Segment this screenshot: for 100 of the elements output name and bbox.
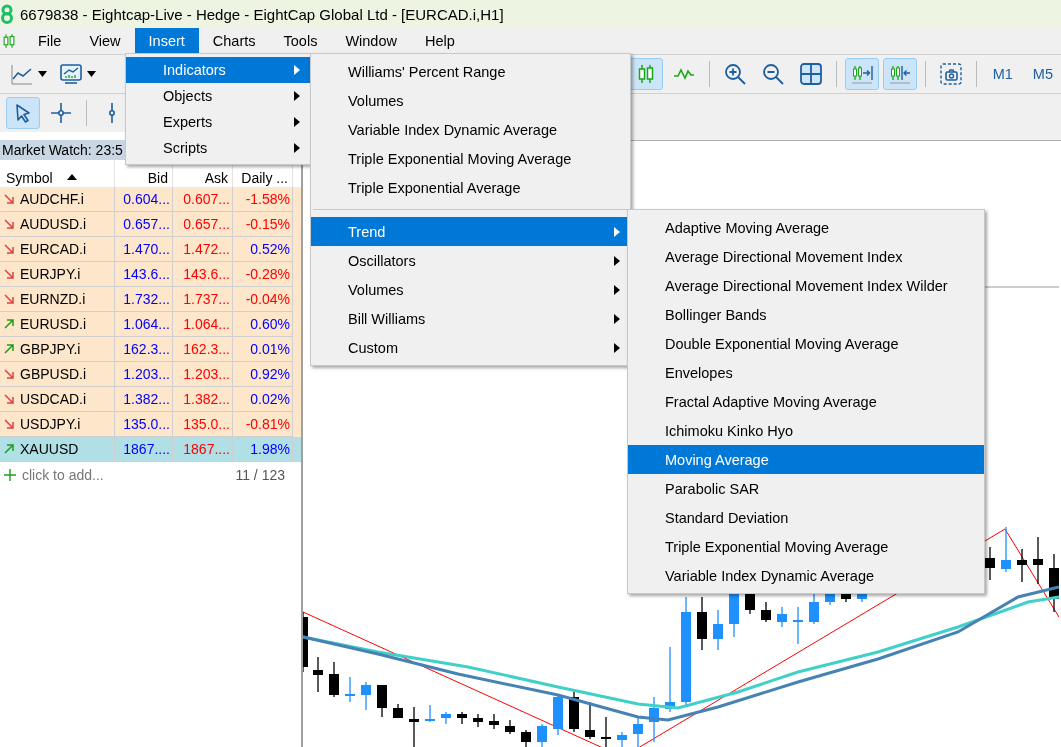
candlestick (377, 684, 387, 718)
symbol-row[interactable]: USDJPY.i 135.0... 135.0... -0.81% (0, 412, 301, 437)
chart-window-icon (59, 62, 83, 86)
daily-change-cell: 1.98% (233, 437, 293, 462)
candlestick (505, 719, 515, 735)
menu-item[interactable]: Bollinger Bands (628, 300, 984, 329)
candlestick (441, 711, 451, 725)
candlestick (985, 546, 995, 581)
zoom-out-icon (760, 62, 785, 86)
candlestick (825, 593, 835, 606)
menu-bar-item[interactable]: Charts (198, 28, 270, 54)
candlestick (569, 691, 579, 733)
menu-item[interactable]: Moving Average (628, 445, 984, 474)
toolbar-button[interactable] (6, 97, 40, 129)
menu-item[interactable]: Triple Exponential Moving Average (311, 144, 630, 173)
candlestick (665, 646, 675, 713)
candlestick (537, 723, 547, 747)
candlestick (761, 601, 771, 623)
symbol-name: EURUSD.i (20, 316, 87, 332)
menu-item[interactable]: Double Exponential Moving Average (628, 329, 984, 358)
menu-item[interactable]: Ichimoku Kinko Hyo (628, 416, 984, 445)
menu-item[interactable]: Average Directional Movement Index Wilder (628, 271, 984, 300)
candlestick-icon[interactable] (0, 32, 18, 50)
caret-icon (38, 71, 47, 77)
caret-icon (87, 71, 96, 77)
toolbar-button[interactable] (882, 58, 917, 90)
candlestick (857, 593, 867, 603)
symbol-row[interactable]: EURCAD.i 1.470... 1.472... 0.52% (0, 237, 301, 262)
menu-item[interactable]: Experts (126, 109, 310, 135)
menu-item[interactable]: Indicators (126, 57, 310, 83)
candlestick (729, 593, 739, 638)
symbol-count: 11 / 123 (235, 466, 285, 483)
add-symbol-link[interactable]: click to add... (22, 466, 104, 483)
timeframe-button[interactable]: M5 (1024, 58, 1061, 90)
candlestick (1001, 526, 1011, 573)
menu-item[interactable]: Triple Exponential Average (311, 173, 630, 202)
symbol-row[interactable]: USDCAD.i 1.382... 1.382... 0.02% (0, 387, 301, 412)
candlestick (713, 609, 723, 651)
symbol-row[interactable]: EURJPY.i 143.6... 143.6... -0.28% (0, 262, 301, 287)
candlestick (1049, 553, 1059, 613)
ask-cell: 1867.... (173, 437, 233, 462)
candlestick (345, 676, 355, 703)
zoom-in-icon (722, 62, 747, 86)
plus-icon[interactable] (4, 468, 16, 481)
symbol-name: AUDCHF.i (20, 191, 84, 207)
candlestick (409, 706, 419, 747)
vertical-line-icon (109, 102, 115, 124)
symbol-row[interactable]: GBPJPY.i 162.3... 162.3... 0.01% (0, 337, 301, 362)
menu-item[interactable]: Williams' Percent Range (311, 57, 630, 86)
candlestick (425, 704, 435, 723)
candlestick (601, 716, 611, 747)
camera-icon (938, 62, 963, 86)
candlestick (809, 593, 819, 625)
timeframe-button[interactable]: M1 (984, 58, 1021, 90)
toolbar-button[interactable] (844, 58, 879, 90)
symbol-row[interactable]: AUDUSD.i 0.657... 0.657... -0.15% (0, 212, 301, 237)
symbol-row[interactable]: XAUUSD 1867.... 1867.... 1.98% (0, 437, 301, 462)
menu-item[interactable]: Variable Index Dynamic Average (628, 561, 984, 590)
menu-item[interactable]: Triple Exponential Moving Average (628, 532, 984, 561)
menu-item[interactable]: Oscillators (311, 246, 630, 275)
candlestick (361, 681, 371, 711)
menu-item[interactable]: Volumes (311, 275, 630, 304)
menu-item[interactable]: Parabolic SAR (628, 474, 984, 503)
menu-bar-item[interactable]: Help (410, 28, 469, 54)
menu-bar-item[interactable]: Window (331, 28, 411, 54)
symbol-row[interactable]: EURUSD.i 1.064... 1.064... 0.60% (0, 312, 301, 337)
sort-arrow-icon (66, 174, 77, 180)
symbol-row[interactable]: AUDCHF.i 0.604... 0.607... -1.58% (0, 187, 301, 212)
menu-bar-item[interactable]: View (75, 28, 135, 54)
crosshair-icon (49, 101, 73, 125)
candlestick (1033, 536, 1043, 585)
menu-item[interactable]: Standard Deviation (628, 503, 984, 532)
candlestick (553, 693, 563, 736)
candlestick (393, 703, 403, 719)
candlestick (649, 696, 659, 743)
menu-item[interactable]: Variable Index Dynamic Average (311, 115, 630, 144)
symbol-name: AUDUSD.i (20, 216, 87, 232)
grid-icon (798, 62, 823, 86)
symbol-name: USDCAD.i (20, 391, 87, 407)
symbol-row[interactable]: EURNZD.i 1.732... 1.737... -0.04% (0, 287, 301, 312)
candlestick (777, 606, 787, 628)
menu-item[interactable]: Bill Williams (311, 304, 630, 333)
symbol-name: GBPJPY.i (20, 341, 81, 357)
menu-item[interactable]: Average Directional Movement Index (628, 242, 984, 271)
menu-item[interactable]: Fractal Adaptive Moving Average (628, 387, 984, 416)
menu-bar-item[interactable]: Insert (134, 28, 199, 54)
menu-bar-item[interactable]: File (24, 28, 76, 54)
menu-item[interactable]: Custom (311, 333, 630, 362)
menu-bar-item[interactable]: Tools (269, 28, 332, 54)
symbol-row[interactable]: GBPUSD.i 1.203... 1.203... 0.92% (0, 362, 301, 387)
candlestick (793, 606, 803, 645)
menu-item[interactable]: Volumes (311, 86, 630, 115)
menu-item[interactable]: Envelopes (628, 358, 984, 387)
menu-item[interactable]: Objects (126, 83, 310, 109)
candlestick (457, 711, 467, 725)
menu-item[interactable]: Adaptive Moving Average (628, 213, 984, 242)
menu-item[interactable]: Trend (311, 217, 630, 246)
candlestick (521, 729, 531, 747)
candlestick (697, 596, 707, 651)
candlestick (303, 611, 308, 673)
